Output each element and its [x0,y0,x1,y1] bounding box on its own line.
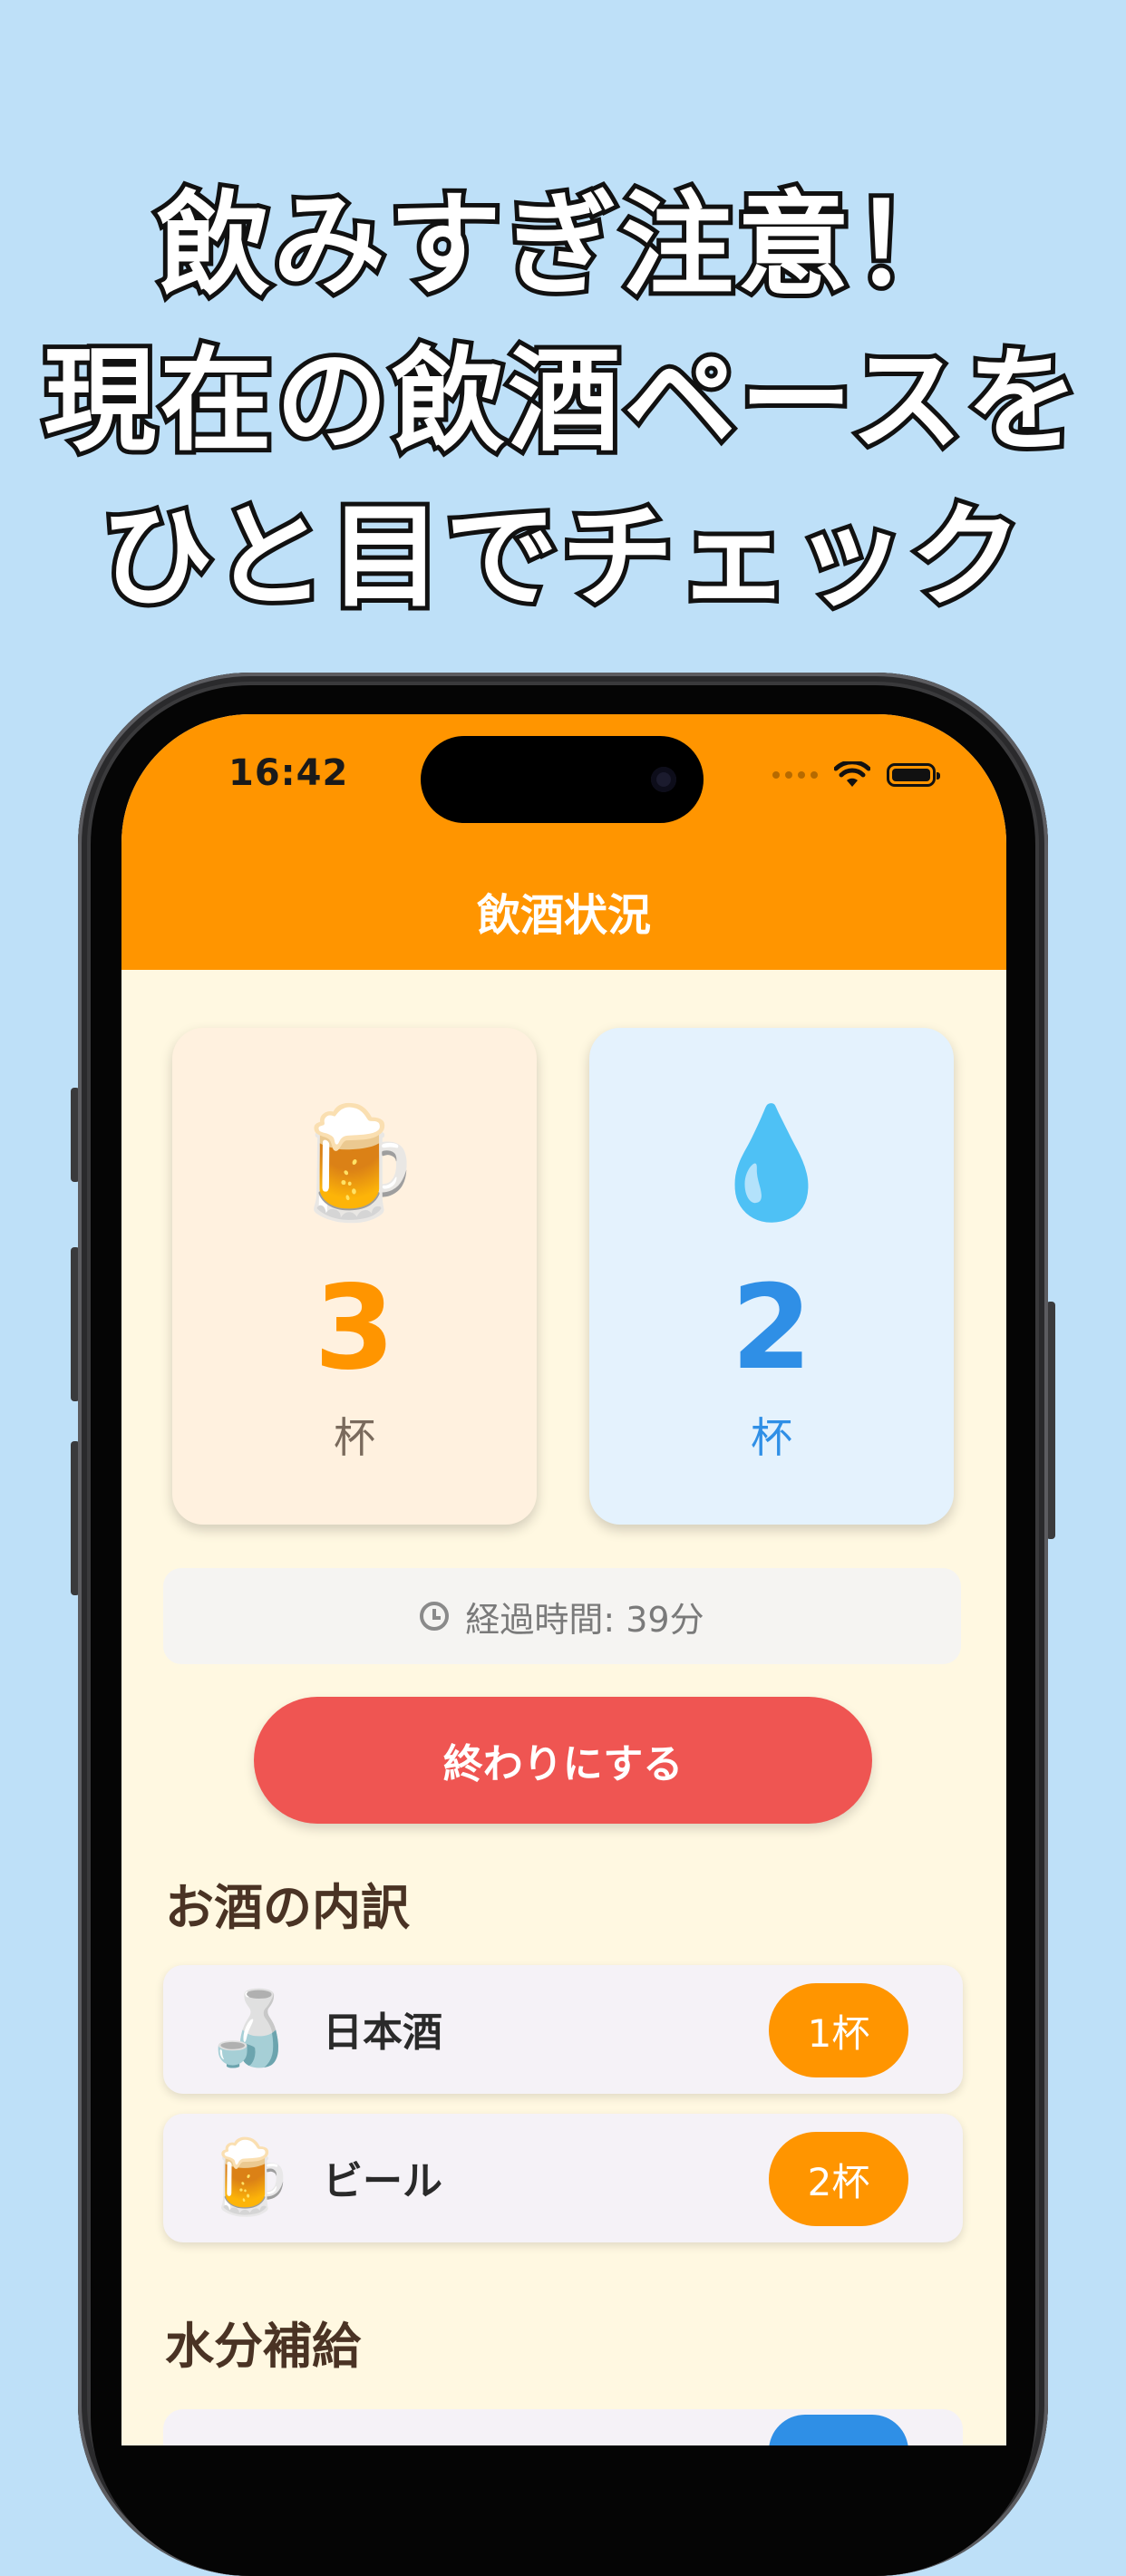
count-badge: 1杯 [769,1983,908,2077]
count-badge: 2杯 [769,2132,908,2226]
list-item-sake[interactable]: 🍶 日本酒 1杯 [163,1965,963,2094]
list-item-label: 日本酒 [323,2009,442,2056]
status-icons [772,761,940,789]
page-title: 飲酒状況 [476,890,651,941]
front-camera-icon [651,767,676,792]
battery-icon [887,763,940,787]
navigation-bar: 16:42 飲酒状況 [121,714,1006,970]
hydration-title: 水分補給 [165,2318,361,2375]
list-item-beer[interactable]: 🍺 ビール 2杯 [163,2114,963,2242]
count-badge [769,2415,908,2445]
elapsed-time-text: 経過時間: 39分 [465,1599,704,1640]
alcohol-breakdown-title: お酒の内訳 [165,1879,410,1936]
water-count: 2 [731,1261,812,1396]
list-item-label: ビール [323,2158,442,2204]
headline-line-3: ひと目でチェック [96,488,1026,627]
beer-mug-icon: 🍺 [203,2135,294,2219]
end-session-button[interactable]: 終わりにする [254,1697,872,1824]
water-unit: 杯 [751,1413,792,1462]
list-item-water-partial[interactable] [163,2409,963,2445]
headline-line-1: 飲みすぎ注意！ [152,176,970,315]
elapsed-time-panel: 経過時間: 39分 [163,1568,961,1664]
water-drop-icon: 💧 [704,1100,840,1226]
app-screen: 16:42 飲酒状況 🍺 3 杯 💧 2 杯 経過時間: 39分 終わりにする … [121,714,1006,2445]
sake-bottle-icon: 🍶 [203,1986,294,2070]
alcohol-count-card[interactable]: 🍺 3 杯 [172,1028,537,1525]
dynamic-island [421,736,704,823]
alcohol-count: 3 [314,1261,395,1396]
beer-mug-icon: 🍺 [286,1100,422,1226]
water-count-card[interactable]: 💧 2 杯 [589,1028,954,1525]
wifi-icon [834,761,870,787]
promo-headline: 飲みすぎ注意！ 現在の飲酒ペースを ひと目でチェック [0,168,1126,635]
signal-dots-icon [772,771,818,779]
status-time: 16:42 [228,752,349,794]
alcohol-unit: 杯 [334,1413,375,1462]
headline-line-2: 現在の飲酒ペースを [39,332,1083,471]
clock-icon [420,1602,450,1631]
